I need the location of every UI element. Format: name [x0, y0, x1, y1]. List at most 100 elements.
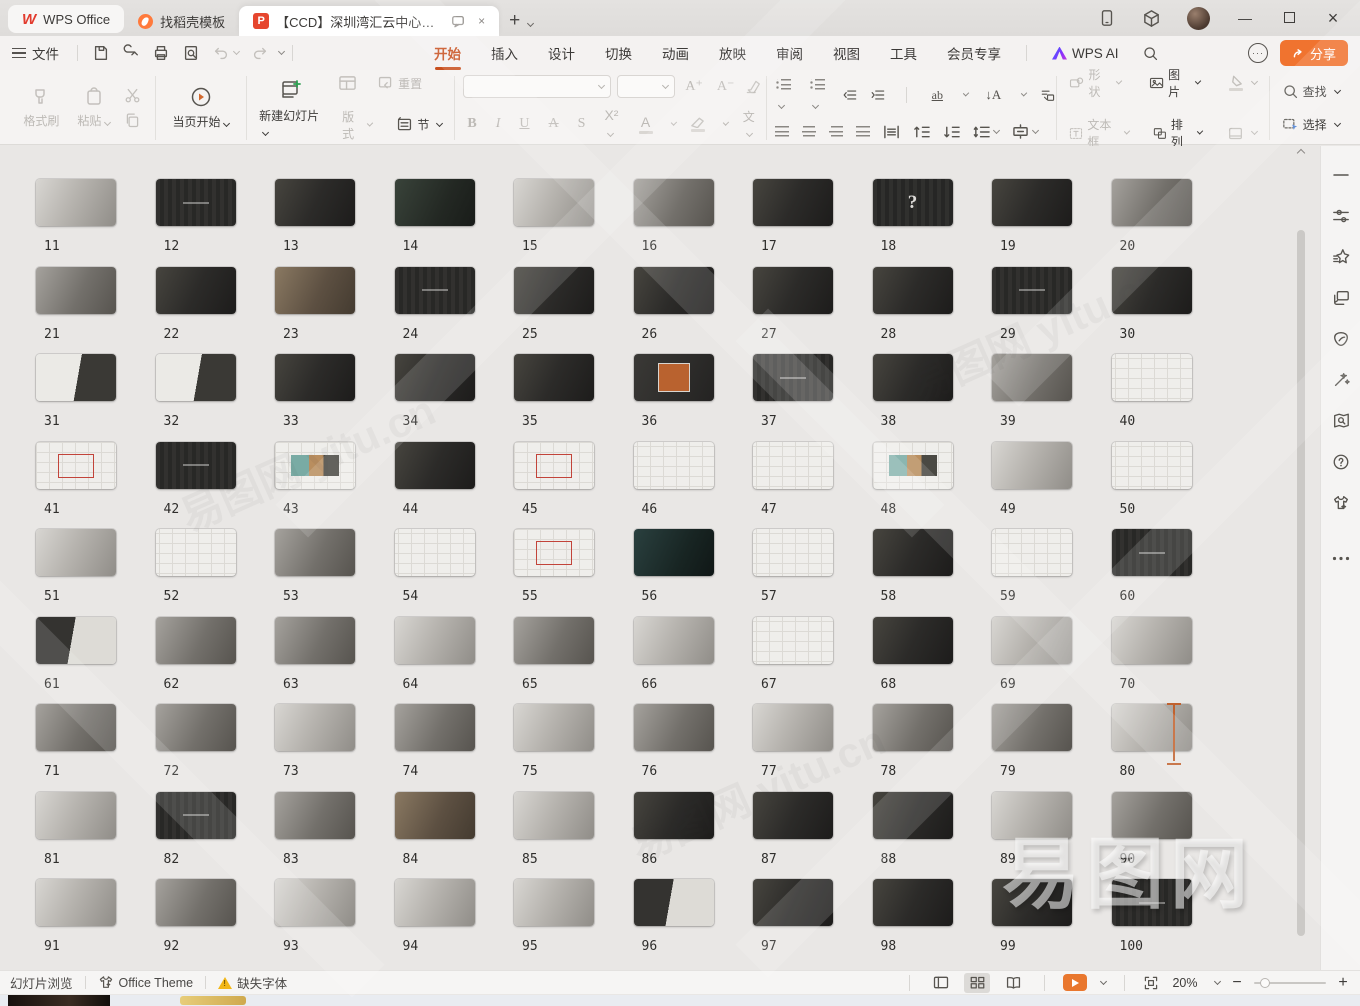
slide-thumbnail-27[interactable]	[753, 267, 833, 314]
phonetic-guide-button[interactable]: 文	[739, 108, 761, 140]
slide-thumbnail-64[interactable]	[395, 617, 475, 664]
properties-sliders-icon[interactable]	[1330, 205, 1352, 227]
slide-thumbnail-67[interactable]	[753, 617, 833, 664]
italic-button[interactable]: I	[492, 116, 505, 132]
docer-resources-icon[interactable]	[1330, 328, 1352, 350]
skin-theme-icon[interactable]	[1330, 492, 1352, 514]
menu-wps-ai[interactable]: WPS AI	[1039, 40, 1132, 67]
strikethrough-button[interactable]: S	[574, 116, 590, 132]
slide-thumbnail-41[interactable]	[36, 442, 116, 489]
slide-thumbnail-87[interactable]	[753, 792, 833, 839]
slide-thumbnail-32[interactable]	[156, 354, 236, 401]
cut-icon[interactable]	[124, 87, 141, 104]
slide-thumbnail-95[interactable]	[514, 879, 594, 926]
new-slide-button[interactable]: 新建幻灯片	[255, 76, 328, 140]
slide-thumbnail-69[interactable]	[992, 617, 1072, 664]
slide-thumbnail-59[interactable]	[992, 529, 1072, 576]
notice-icon[interactable]: ···	[1248, 43, 1268, 63]
collapse-panel-icon[interactable]	[1330, 164, 1352, 186]
help-icon[interactable]	[1330, 451, 1352, 473]
decrease-font-button[interactable]: A⁻	[713, 78, 739, 95]
paste-button[interactable]: 粘贴	[73, 85, 114, 131]
find-assets-icon[interactable]	[1330, 410, 1352, 432]
slide-thumbnail-99[interactable]	[992, 879, 1072, 926]
slide-sorter-view-button[interactable]	[964, 973, 990, 993]
print-preview-button[interactable]	[176, 44, 206, 62]
slide-thumbnail-89[interactable]	[992, 792, 1072, 839]
slide-thumbnail-47[interactable]	[753, 442, 833, 489]
align-right-icon[interactable]	[829, 126, 843, 137]
slide-thumbnail-76[interactable]	[634, 704, 714, 751]
play-from-current-button[interactable]: 当页开始	[168, 84, 233, 132]
select-button[interactable]: 选择	[1278, 114, 1344, 135]
slide-thumbnail-40[interactable]	[1112, 354, 1192, 401]
slide-thumbnail-98[interactable]	[873, 879, 953, 926]
slide-thumbnail-63[interactable]	[275, 617, 355, 664]
char-border-button[interactable]: A	[545, 116, 563, 132]
slide-thumbnail-20[interactable]	[1112, 179, 1192, 226]
spacing-increase-icon[interactable]	[913, 125, 930, 139]
slide-thumbnail-48[interactable]	[873, 442, 953, 489]
slide-thumbnail-45[interactable]	[514, 442, 594, 489]
slide-thumbnail-16[interactable]	[634, 179, 714, 226]
slide-thumbnail-88[interactable]	[873, 792, 953, 839]
undo-button[interactable]	[206, 44, 245, 62]
menu-design[interactable]: 设计	[535, 37, 588, 69]
tab-document[interactable]: P 【CCD】深圳湾汇云中心公馆 ×	[239, 6, 499, 36]
font-color-button[interactable]: A	[635, 114, 657, 134]
redo-button[interactable]	[245, 44, 275, 62]
copy-icon[interactable]	[124, 112, 141, 129]
bold-button[interactable]: B	[463, 116, 480, 132]
slide-thumbnail-75[interactable]	[514, 704, 594, 751]
menu-animation[interactable]: 动画	[649, 37, 702, 69]
zoom-in-button[interactable]: +	[1336, 974, 1350, 992]
slide-thumbnail-72[interactable]	[156, 704, 236, 751]
slide-thumbnail-78[interactable]	[873, 704, 953, 751]
format-painter-button[interactable]: 格式刷	[19, 85, 63, 131]
align-left-icon[interactable]	[775, 126, 789, 137]
slide-thumbnail-43[interactable]	[275, 442, 355, 489]
slide-thumbnail-86[interactable]	[634, 792, 714, 839]
zoom-out-button[interactable]: −	[1230, 974, 1244, 992]
slide-thumbnail-14[interactable]	[395, 179, 475, 226]
menu-insert[interactable]: 插入	[478, 37, 531, 69]
mobile-sync-icon[interactable]	[1098, 9, 1116, 27]
normal-view-button[interactable]	[928, 973, 954, 993]
slide-thumbnail-83[interactable]	[275, 792, 355, 839]
decrease-indent-icon[interactable]	[843, 88, 857, 102]
slide-thumbnail-39[interactable]	[992, 354, 1072, 401]
distribute-button[interactable]	[1012, 124, 1038, 139]
increase-indent-icon[interactable]	[871, 88, 885, 102]
hamburger-menu-icon[interactable]	[12, 48, 26, 58]
slide-thumbnail-30[interactable]	[1112, 267, 1192, 314]
comment-icon[interactable]	[451, 14, 465, 28]
slide-thumbnail-74[interactable]	[395, 704, 475, 751]
window-close-button[interactable]: ×	[1324, 8, 1342, 29]
slide-thumbnail-44[interactable]	[395, 442, 475, 489]
slide-thumbnail-91[interactable]	[36, 879, 116, 926]
export-button[interactable]	[116, 44, 146, 62]
slide-thumbnail-25[interactable]	[514, 267, 594, 314]
slide-thumbnail-15[interactable]	[514, 179, 594, 226]
slide-thumbnail-66[interactable]	[634, 617, 714, 664]
slide-thumbnail-97[interactable]	[753, 879, 833, 926]
effects-star-icon[interactable]	[1330, 246, 1352, 268]
save-button[interactable]	[86, 44, 116, 62]
slide-thumbnail-84[interactable]	[395, 792, 475, 839]
more-options-icon[interactable]	[1330, 547, 1352, 569]
reset-slide-button[interactable]: 重置	[373, 73, 426, 94]
slide-thumbnail-60[interactable]	[1112, 529, 1192, 576]
layout-button[interactable]: 版式	[338, 106, 376, 144]
slide-thumbnail-19[interactable]	[992, 179, 1072, 226]
vertical-scrollbar[interactable]	[1297, 146, 1306, 970]
section-button[interactable]: 节	[392, 114, 446, 135]
quickbar-chevron-icon[interactable]	[278, 48, 285, 55]
slide-thumbnail-36[interactable]	[634, 354, 714, 401]
slide-thumbnail-18[interactable]: ?	[873, 179, 953, 226]
close-tab-icon[interactable]: ×	[478, 14, 485, 28]
zoom-chevron-icon[interactable]	[1214, 977, 1221, 984]
numbered-list-button[interactable]	[809, 77, 830, 113]
increase-font-button[interactable]: A⁺	[681, 78, 707, 95]
slide-thumbnail-68[interactable]	[873, 617, 953, 664]
slide-thumbnail-22[interactable]	[156, 267, 236, 314]
